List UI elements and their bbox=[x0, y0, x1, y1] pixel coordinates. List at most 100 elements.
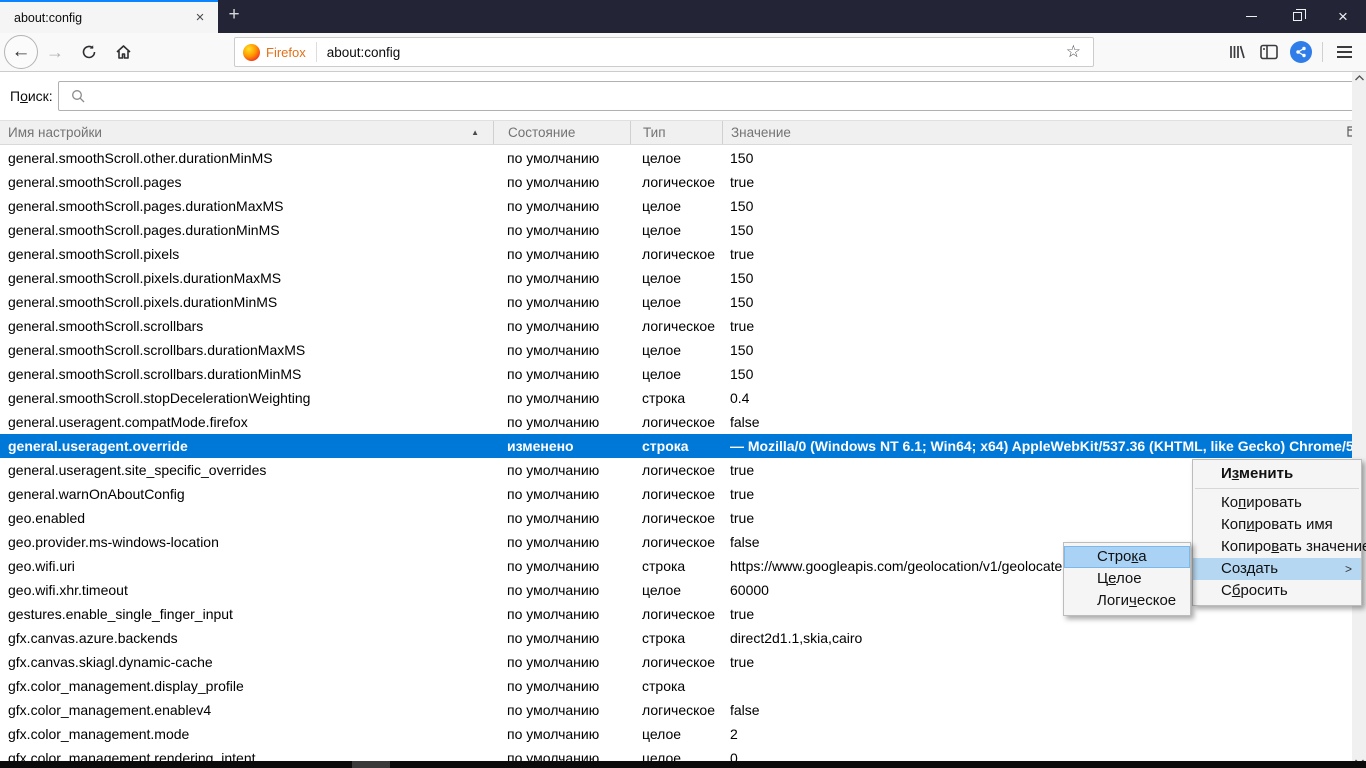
pref-type: логическое bbox=[630, 650, 722, 674]
table-row[interactable]: general.smoothScroll.scrollbars по умолч… bbox=[0, 314, 1352, 338]
table-row[interactable]: general.warnOnAboutConfig по умолчанию л… bbox=[0, 482, 1352, 506]
pref-value: false bbox=[722, 698, 1352, 722]
back-button[interactable]: ← bbox=[4, 35, 38, 69]
column-header-name[interactable]: Имя настройки ▲ bbox=[0, 121, 493, 144]
menu-item-копировать[interactable]: Копировать bbox=[1193, 492, 1361, 514]
pref-status: по умолчанию bbox=[493, 170, 630, 194]
url-text[interactable]: about:config bbox=[327, 45, 1062, 60]
home-button[interactable] bbox=[108, 37, 138, 67]
pref-type: строка bbox=[630, 386, 722, 410]
library-button[interactable] bbox=[1221, 37, 1253, 67]
menu-item-изменить[interactable]: Изменить bbox=[1193, 463, 1361, 485]
pref-name: gfx.canvas.skiagl.dynamic-cache bbox=[0, 650, 493, 674]
pref-value: 150 bbox=[722, 266, 1352, 290]
share-button[interactable] bbox=[1285, 37, 1317, 67]
table-row[interactable]: geo.enabled по умолчанию логическое true bbox=[0, 506, 1352, 530]
table-row[interactable]: general.smoothScroll.scrollbars.duration… bbox=[0, 338, 1352, 362]
new-tab-button[interactable]: + bbox=[218, 0, 250, 33]
pref-type: логическое bbox=[630, 698, 722, 722]
pref-value: 150 bbox=[722, 362, 1352, 386]
pref-value: 150 bbox=[722, 290, 1352, 314]
pref-type: целое bbox=[630, 578, 722, 602]
submenu-item-логическое[interactable]: Логическое bbox=[1064, 590, 1190, 612]
submenu-item-строка[interactable]: Строка bbox=[1064, 546, 1190, 568]
tab-close-icon[interactable]: × bbox=[190, 8, 210, 28]
identity-badge[interactable]: Firefox bbox=[243, 42, 317, 62]
pref-type: целое bbox=[630, 266, 722, 290]
pref-status: по умолчанию bbox=[493, 530, 630, 554]
table-row[interactable]: general.smoothScroll.pixels.durationMinM… bbox=[0, 290, 1352, 314]
table-row[interactable]: general.smoothScroll.pixels по умолчанию… bbox=[0, 242, 1352, 266]
pref-name: general.smoothScroll.pages bbox=[0, 170, 493, 194]
table-row[interactable]: general.smoothScroll.scrollbars.duration… bbox=[0, 362, 1352, 386]
url-bar[interactable]: Firefox about:config ☆ bbox=[234, 37, 1094, 67]
menu-item-копировать-имя[interactable]: Копировать имя bbox=[1193, 514, 1361, 536]
table-row[interactable]: general.smoothScroll.other.durationMinMS… bbox=[0, 146, 1352, 170]
table-row[interactable]: general.smoothScroll.stopDecelerationWei… bbox=[0, 386, 1352, 410]
pref-status: по умолчанию bbox=[493, 554, 630, 578]
table-row[interactable]: gfx.color_management.enablev4 по умолчан… bbox=[0, 698, 1352, 722]
pref-name: geo.wifi.uri bbox=[0, 554, 493, 578]
column-header-type[interactable]: Тип bbox=[630, 121, 722, 144]
pref-value: 150 bbox=[722, 338, 1352, 362]
pref-value: true bbox=[722, 650, 1352, 674]
pref-type: целое bbox=[630, 362, 722, 386]
scroll-up-icon[interactable] bbox=[1355, 75, 1364, 81]
pref-value: 150 bbox=[722, 218, 1352, 242]
column-header-value[interactable]: Значение bbox=[722, 121, 1366, 144]
submenu-item-целое[interactable]: Целое bbox=[1064, 568, 1190, 590]
pref-type: целое bbox=[630, 338, 722, 362]
close-button[interactable]: × bbox=[1320, 0, 1366, 33]
reload-button[interactable] bbox=[74, 37, 104, 67]
table-row[interactable]: gfx.color_management.mode по умолчанию ц… bbox=[0, 722, 1352, 746]
pref-status: по умолчанию bbox=[493, 266, 630, 290]
column-header-status[interactable]: Состояние bbox=[493, 121, 630, 144]
pref-status: по умолчанию bbox=[493, 218, 630, 242]
search-input[interactable] bbox=[58, 81, 1358, 111]
pref-type: логическое bbox=[630, 314, 722, 338]
browser-tab[interactable]: about:config × bbox=[0, 0, 218, 33]
identity-label: Firefox bbox=[266, 45, 306, 60]
table-row[interactable]: general.smoothScroll.pages.durationMaxMS… bbox=[0, 194, 1352, 218]
pref-status: по умолчанию bbox=[493, 362, 630, 386]
menu-item-копировать-значение[interactable]: Копировать значение bbox=[1193, 536, 1361, 558]
table-row-selected[interactable]: general.useragent.override изменено стро… bbox=[0, 434, 1352, 458]
pref-type: целое bbox=[630, 218, 722, 242]
pref-type: логическое bbox=[630, 506, 722, 530]
menu-button[interactable] bbox=[1328, 37, 1360, 67]
pref-status: по умолчанию bbox=[493, 290, 630, 314]
table-row[interactable]: general.useragent.site_specific_override… bbox=[0, 458, 1352, 482]
pref-type: целое bbox=[630, 146, 722, 170]
pref-status: по умолчанию bbox=[493, 482, 630, 506]
bookmark-star-icon[interactable]: ☆ bbox=[1062, 42, 1085, 62]
pref-name: general.useragent.compatMode.firefox bbox=[0, 410, 493, 434]
pref-name: general.smoothScroll.pages.durationMaxMS bbox=[0, 194, 493, 218]
sidebar-icon bbox=[1260, 44, 1278, 60]
pref-name: general.useragent.site_specific_override… bbox=[0, 458, 493, 482]
table-row[interactable]: gfx.canvas.skiagl.dynamic-cache по умолч… bbox=[0, 650, 1352, 674]
pref-value: — Mozilla/0 (Windows NT 6.1; Win64; x64)… bbox=[722, 434, 1352, 458]
taskbar-strip bbox=[0, 761, 1366, 768]
table-row[interactable]: general.smoothScroll.pages.durationMinMS… bbox=[0, 218, 1352, 242]
forward-button[interactable]: → bbox=[40, 37, 70, 67]
pref-type: строка bbox=[630, 434, 722, 458]
menu-item-создать[interactable]: Создать> bbox=[1193, 558, 1361, 580]
menu-item-сбросить[interactable]: Сбросить bbox=[1193, 580, 1361, 602]
minimize-button[interactable] bbox=[1228, 0, 1274, 33]
table-row[interactable]: general.smoothScroll.pixels.durationMaxM… bbox=[0, 266, 1352, 290]
table-row[interactable]: general.smoothScroll.pages по умолчанию … bbox=[0, 170, 1352, 194]
table-row[interactable]: general.useragent.compatMode.firefox по … bbox=[0, 410, 1352, 434]
pref-name: general.useragent.override bbox=[0, 434, 493, 458]
sidebar-button[interactable] bbox=[1253, 37, 1285, 67]
table-row[interactable]: gfx.canvas.azure.backends по умолчанию с… bbox=[0, 626, 1352, 650]
toolbar-right bbox=[1221, 37, 1360, 67]
pref-type: логическое bbox=[630, 602, 722, 626]
search-row: Поиск: bbox=[0, 73, 1366, 119]
vertical-scrollbar[interactable] bbox=[1352, 72, 1366, 768]
pref-value: true bbox=[722, 170, 1352, 194]
pref-status: по умолчанию bbox=[493, 458, 630, 482]
close-icon: × bbox=[1338, 8, 1348, 25]
restore-button[interactable] bbox=[1274, 0, 1320, 33]
table-row[interactable]: gfx.color_management.display_profile по … bbox=[0, 674, 1352, 698]
search-label: Поиск: bbox=[10, 88, 53, 104]
